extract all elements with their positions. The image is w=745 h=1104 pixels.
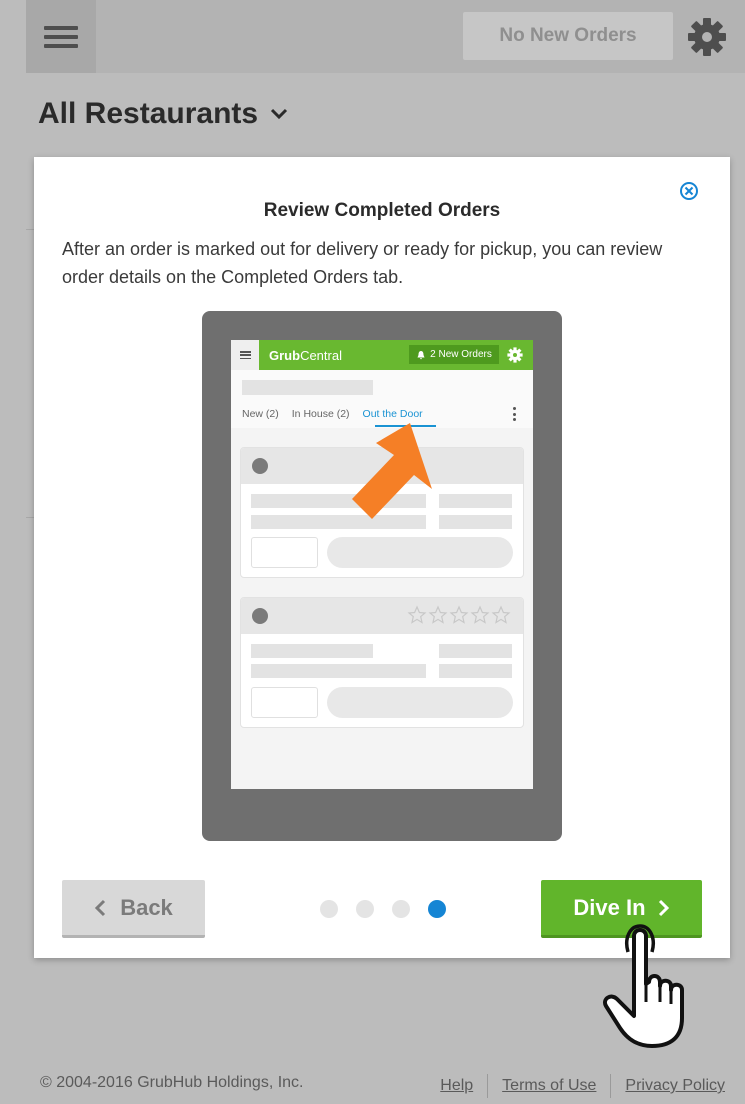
bell-icon xyxy=(417,350,425,359)
restaurant-selector-label: All Restaurants xyxy=(38,97,259,130)
placeholder-bar xyxy=(251,664,426,678)
privacy-policy-link[interactable]: Privacy Policy xyxy=(625,1077,725,1095)
modal-title: Review Completed Orders xyxy=(263,200,501,221)
hamburger-icon xyxy=(44,25,78,48)
gear-icon[interactable] xyxy=(687,17,727,57)
illustration-orders-badge: 2 New Orders xyxy=(409,345,499,364)
chevron-down-icon xyxy=(271,108,288,120)
page-dot-2[interactable] xyxy=(356,900,374,918)
placeholder-pill xyxy=(327,537,513,568)
status-dot xyxy=(252,458,268,474)
placeholder-pill xyxy=(327,687,513,718)
onboarding-modal: Review Completed Orders After an order i… xyxy=(34,157,730,958)
pointing-hand-icon xyxy=(603,924,684,1048)
help-link[interactable]: Help xyxy=(440,1077,473,1095)
placeholder-bar xyxy=(439,644,512,658)
gear-icon xyxy=(507,347,523,363)
footer-links: Help Terms of Use Privacy Policy xyxy=(440,1074,725,1098)
page-dot-4[interactable] xyxy=(428,900,446,918)
status-dot xyxy=(252,608,268,624)
placeholder-box xyxy=(251,687,318,718)
divider xyxy=(610,1074,612,1098)
page-dot-1[interactable] xyxy=(320,900,338,918)
placeholder-bar xyxy=(439,664,512,678)
page-dot-3[interactable] xyxy=(392,900,410,918)
chevron-left-icon xyxy=(95,899,106,916)
back-button[interactable]: Back xyxy=(62,880,205,938)
tablet-illustration: GrubCentral 2 New Orders New (2) In Hous… xyxy=(202,311,562,841)
hamburger-icon xyxy=(231,340,259,370)
illustration-order-card xyxy=(240,597,524,728)
dive-in-button-label: Dive In xyxy=(573,894,646,920)
menu-button[interactable] xyxy=(26,0,96,73)
close-icon[interactable] xyxy=(679,181,699,201)
footer: © 2004-2016 GrubHub Holdings, Inc. Help … xyxy=(26,1062,745,1104)
back-button-label: Back xyxy=(120,894,173,920)
modal-description: After an order is marked out for deliver… xyxy=(62,239,663,287)
illustration-tab-new: New (2) xyxy=(242,408,279,420)
placeholder-bar xyxy=(439,494,512,508)
placeholder-bar xyxy=(251,644,373,658)
pagination-dots xyxy=(320,900,446,918)
restaurant-selector[interactable]: All Restaurants xyxy=(38,97,288,131)
orders-status-button[interactable]: No New Orders xyxy=(463,12,673,60)
placeholder-bar xyxy=(439,515,512,529)
brand-logo: GrubCentral xyxy=(269,348,342,363)
chevron-right-icon xyxy=(658,899,669,916)
copyright-text: © 2004-2016 GrubHub Holdings, Inc. xyxy=(40,1074,304,1091)
arrow-pointer-icon xyxy=(352,423,432,519)
tablet-screen: GrubCentral 2 New Orders New (2) In Hous… xyxy=(231,340,533,789)
placeholder-box xyxy=(251,537,318,568)
rating-stars-icon xyxy=(407,605,511,624)
terms-of-use-link[interactable]: Terms of Use xyxy=(502,1077,596,1095)
kebab-menu-icon xyxy=(513,407,516,421)
divider xyxy=(487,1074,489,1098)
placeholder-bar xyxy=(242,380,373,395)
